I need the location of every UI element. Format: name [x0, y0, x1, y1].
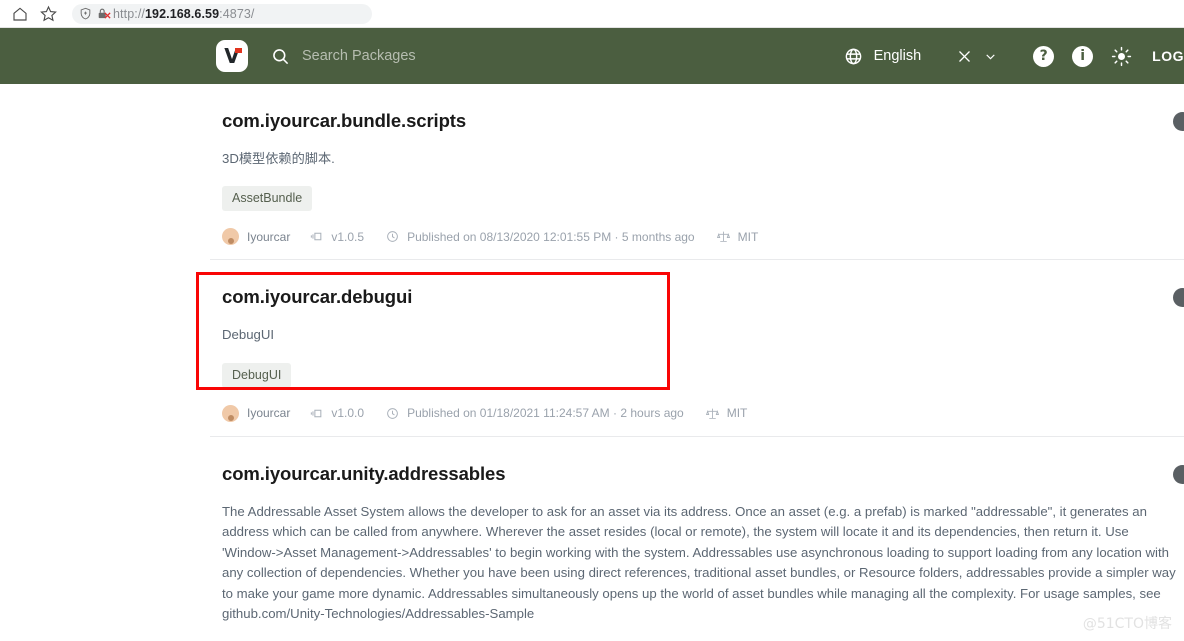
- search-icon[interactable]: [271, 47, 290, 66]
- package-description: 3D模型依赖的脚本.: [222, 151, 335, 166]
- language-label: English: [873, 48, 922, 64]
- package-published: Published on 08/13/2020 12:01:55 PM · 5 …: [407, 229, 695, 244]
- package-author[interactable]: Iyourcar: [247, 406, 290, 420]
- package-title[interactable]: com.iyourcar.unity.addressables: [222, 463, 1184, 485]
- home-icon[interactable]: [6, 2, 34, 26]
- shield-plus-icon[interactable]: [79, 7, 92, 20]
- package-tag[interactable]: DebugUI: [222, 362, 292, 388]
- avatar: [222, 404, 239, 422]
- clock-icon: [386, 407, 399, 420]
- verdaccio-logo-icon[interactable]: V: [216, 40, 248, 72]
- version-icon: [310, 230, 323, 243]
- package-version: v1.0.5: [331, 229, 365, 244]
- help-icon[interactable]: ?: [1033, 45, 1055, 67]
- package-tags: DebugUI: [222, 362, 1184, 388]
- chevron-down-icon[interactable]: [984, 50, 997, 63]
- package-card[interactable]: com.iyourcar.unity.addressables The Addr…: [0, 437, 1184, 641]
- package-license: MIT: [737, 229, 759, 244]
- package-description: DebugUI: [222, 327, 275, 343]
- browser-toolbar: http://192.168.6.59:4873/: [0, 0, 1184, 28]
- login-button[interactable]: LOG: [1152, 48, 1184, 64]
- package-published: Published on 01/18/2021 11:24:57 AM · 2 …: [407, 406, 684, 421]
- url-scheme: http://: [113, 6, 145, 21]
- close-icon[interactable]: [957, 49, 972, 64]
- search-area: [271, 47, 844, 66]
- package-title[interactable]: com.iyourcar.debugui: [222, 286, 1184, 308]
- package-author[interactable]: Iyourcar: [247, 230, 290, 244]
- package-title[interactable]: com.iyourcar.bundle.scripts: [222, 110, 1184, 132]
- package-version: v1.0.0: [331, 406, 365, 421]
- package-card[interactable]: com.iyourcar.debugui DebugUI DebugUI Iyo…: [0, 260, 1184, 435]
- globe-icon: [844, 47, 863, 66]
- lock-broken-icon[interactable]: [96, 7, 111, 20]
- package-tag[interactable]: AssetBundle: [222, 186, 313, 212]
- app-header: V English: [0, 28, 1184, 84]
- url-rest: :4873/: [219, 6, 255, 21]
- watermark: @51CTO博客: [1082, 616, 1172, 632]
- brightness-icon[interactable]: [1111, 46, 1132, 67]
- star-icon[interactable]: [34, 2, 62, 26]
- package-tags: AssetBundle: [222, 186, 1184, 212]
- package-meta: Iyourcar v1.0.5 Published on 08/13/2020 …: [222, 228, 1184, 259]
- license-scales-icon: [705, 407, 719, 420]
- search-input[interactable]: [302, 48, 682, 64]
- url-text: http://192.168.6.59:4873/: [113, 7, 255, 21]
- package-card[interactable]: com.iyourcar.bundle.scripts 3D模型依赖的脚本. A…: [0, 84, 1184, 259]
- package-description: The Addressable Asset System allows the …: [222, 503, 1176, 622]
- package-action-icon[interactable]: [1173, 464, 1184, 484]
- avatar: [222, 228, 239, 246]
- package-meta: Iyourcar v1.0.0 Published on 01/18/2021 …: [222, 404, 1184, 436]
- clock-icon: [386, 230, 399, 243]
- logo-flag-accent: [235, 48, 242, 53]
- language-selector[interactable]: English: [844, 47, 922, 66]
- header-actions: English ? i LOG: [844, 28, 1184, 84]
- package-list: com.iyourcar.bundle.scripts 3D模型依赖的脚本. A…: [0, 84, 1184, 641]
- license-scales-icon: [716, 230, 730, 243]
- url-bar[interactable]: http://192.168.6.59:4873/: [72, 3, 372, 24]
- package-license: MIT: [726, 406, 748, 421]
- info-icon[interactable]: i: [1072, 45, 1094, 67]
- url-host: 192.168.6.59: [144, 6, 220, 21]
- version-icon: [310, 407, 323, 420]
